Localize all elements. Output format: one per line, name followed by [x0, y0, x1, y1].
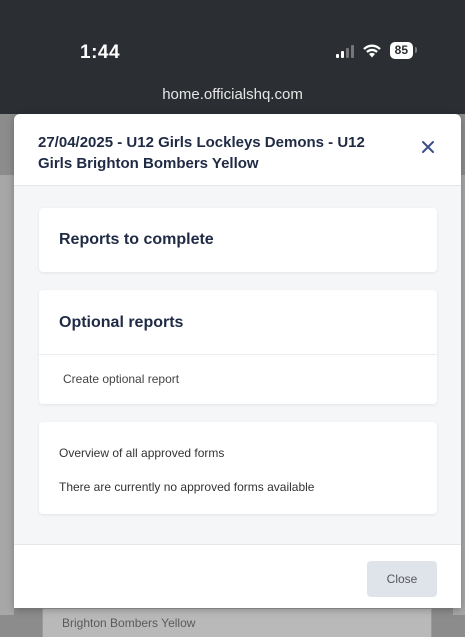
- approved-forms-empty-message: There are currently no approved forms av…: [59, 480, 315, 494]
- match-reports-modal: 27/04/2025 - U12 Girls Lockleys Demons -…: [14, 114, 461, 608]
- modal-header: 27/04/2025 - U12 Girls Lockleys Demons -…: [14, 114, 461, 186]
- reports-to-complete-heading: Reports to complete: [59, 231, 214, 248]
- battery-icon: 85: [389, 42, 418, 59]
- wifi-icon: [362, 44, 381, 58]
- status-time: 1:44: [80, 42, 121, 63]
- background-card-edge-left: [0, 175, 14, 615]
- close-icon[interactable]: [419, 138, 437, 156]
- background-card-text: Brighton Bombers Yellow: [62, 616, 196, 630]
- reports-to-complete-card: Reports to complete: [39, 208, 437, 272]
- optional-reports-heading: Optional reports: [59, 314, 184, 331]
- modal-footer: Close: [14, 544, 461, 608]
- create-optional-report-link[interactable]: Create optional report: [63, 372, 179, 386]
- signal-icon: [335, 44, 354, 58]
- close-button[interactable]: Close: [367, 561, 437, 597]
- status-icons: 85: [335, 42, 418, 59]
- optional-reports-card: Optional reports Create optional report: [39, 290, 437, 404]
- url-bar[interactable]: home.officialshq.com: [0, 76, 465, 114]
- modal-title: 27/04/2025 - U12 Girls Lockleys Demons -…: [38, 134, 365, 172]
- approved-forms-title: Overview of all approved forms: [59, 446, 225, 460]
- approved-forms-card: Overview of all approved forms There are…: [39, 422, 437, 514]
- divider: [39, 354, 437, 355]
- modal-body: Reports to complete Optional reports Cre…: [14, 186, 461, 544]
- status-bar: 1:44 85: [0, 0, 465, 76]
